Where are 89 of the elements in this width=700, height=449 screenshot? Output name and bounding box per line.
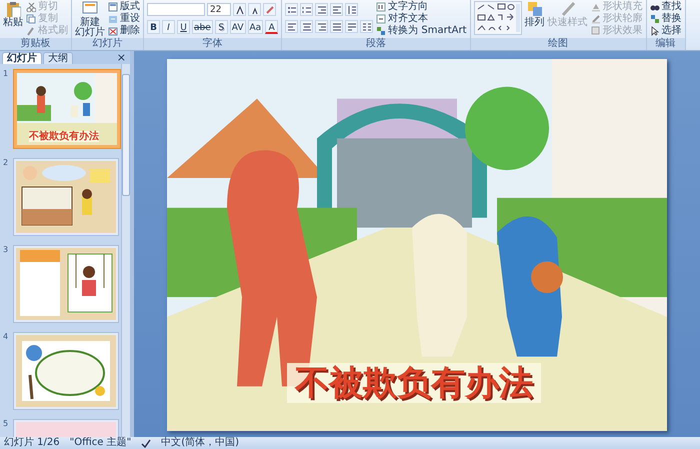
language-label: 中文(简体，中国) — [161, 437, 240, 449]
slide-number: 5 — [3, 419, 10, 430]
shapes-gallery[interactable] — [474, 1, 522, 35]
clear-format-icon — [264, 4, 274, 14]
ribbon-button[interactable]: 替换 — [650, 13, 682, 25]
group-label: 剪贴板 — [0, 38, 71, 50]
arrange-icon — [526, 1, 542, 17]
align-icon — [332, 22, 342, 32]
line-spacing-icon — [346, 4, 357, 14]
bullets-button[interactable] — [285, 3, 298, 16]
format-button[interactable]: U — [177, 20, 190, 34]
check-icon[interactable] — [141, 438, 152, 448]
group-label: 段落 — [282, 38, 470, 50]
slide-title: 不被欺负有办法 — [287, 363, 541, 403]
indent-icon — [316, 4, 327, 14]
slide-title: 不被欺负有办法 — [29, 131, 99, 142]
cursor-icon — [650, 26, 660, 36]
paint-bucket-icon — [590, 2, 600, 12]
group-label: 编辑 — [646, 38, 684, 50]
ribbon-button[interactable]: 对齐文本 — [376, 13, 466, 25]
group-label: 字体 — [144, 38, 282, 50]
quick-styles-icon — [560, 1, 576, 17]
align-icon — [346, 22, 357, 32]
format-button[interactable]: A — [265, 20, 278, 34]
ribbon-button[interactable]: 选择 — [650, 25, 682, 37]
slide-number: 1 — [3, 69, 10, 80]
columns-button[interactable] — [360, 20, 374, 33]
ribbon-button[interactable]: 删除 — [108, 25, 140, 37]
align-button[interactable] — [330, 20, 344, 33]
slide-number: 3 — [3, 245, 10, 256]
format-button[interactable]: Aa — [248, 20, 264, 34]
format-button[interactable]: AV — [230, 20, 246, 34]
align-button[interactable] — [345, 20, 358, 33]
scissors-icon — [26, 2, 36, 12]
grow-font-button[interactable] — [233, 3, 246, 16]
ribbon-button[interactable]: 粘贴 — [3, 1, 23, 28]
panel-tab[interactable]: 幻灯片 — [2, 52, 42, 64]
pen-icon — [590, 14, 600, 24]
scroll-thumb[interactable] — [122, 74, 130, 196]
shape-effects-icon — [590, 26, 600, 36]
slide-number: 4 — [3, 332, 10, 343]
line-spacing-button[interactable] — [345, 3, 358, 16]
clipboard-icon — [5, 1, 21, 17]
numbering-button[interactable] — [300, 3, 314, 16]
replace-icon — [650, 14, 660, 24]
ribbon-button[interactable]: 重设 — [108, 13, 140, 25]
brush-icon — [26, 26, 36, 36]
font-size-field[interactable]: 22 — [207, 3, 231, 16]
layout-icon — [108, 2, 118, 12]
format-button[interactable]: I — [162, 20, 175, 34]
bullets-icon — [286, 4, 297, 14]
shrink-font-button[interactable] — [248, 3, 261, 16]
align-button[interactable] — [285, 20, 298, 33]
indent-button[interactable] — [330, 3, 344, 16]
ribbon-button[interactable]: 版式 — [108, 1, 140, 13]
ribbon-button[interactable]: 新建 幻灯片 — [75, 1, 105, 38]
align-icon — [302, 22, 312, 32]
scrollbar[interactable] — [121, 64, 130, 437]
format-button[interactable]: B — [147, 20, 160, 34]
align-button[interactable] — [315, 20, 328, 33]
slide-thumbnail[interactable]: 不被欺负有办法 — [13, 69, 121, 149]
slide-counter: 幻灯片 1/26 — [4, 437, 60, 449]
delete-icon — [108, 26, 118, 36]
smartart-icon — [376, 26, 386, 36]
indent-button[interactable] — [315, 3, 328, 16]
group-label: 幻灯片 — [72, 38, 143, 50]
group-label: 绘图 — [470, 38, 646, 50]
align-icon — [286, 22, 297, 32]
indent-icon — [332, 4, 342, 14]
align-text-icon — [376, 14, 386, 24]
slide-number: 2 — [3, 158, 10, 169]
close-button[interactable]: × — [112, 52, 130, 64]
grow-font-icon — [234, 4, 244, 14]
align-button[interactable] — [300, 20, 314, 33]
format-button[interactable]: S — [214, 20, 228, 34]
panel-tab[interactable]: 大纲 — [43, 52, 73, 64]
columns-icon — [362, 22, 372, 32]
ribbon-button[interactable]: 转换为 SmartArt — [376, 25, 466, 37]
ribbon-button[interactable]: 文字方向 — [376, 1, 466, 13]
theme-name: "Office 主题" — [70, 437, 132, 449]
align-icon — [316, 22, 327, 32]
format-button[interactable]: abe — [192, 20, 213, 34]
copy-icon — [26, 14, 36, 24]
text-direction-icon — [376, 2, 386, 12]
numbering-icon — [302, 4, 312, 14]
font-name-field[interactable] — [147, 3, 205, 16]
reset-icon — [108, 14, 118, 24]
ribbon-button[interactable]: 查找 — [650, 1, 682, 13]
ribbon-button[interactable]: 排列 — [524, 1, 544, 28]
